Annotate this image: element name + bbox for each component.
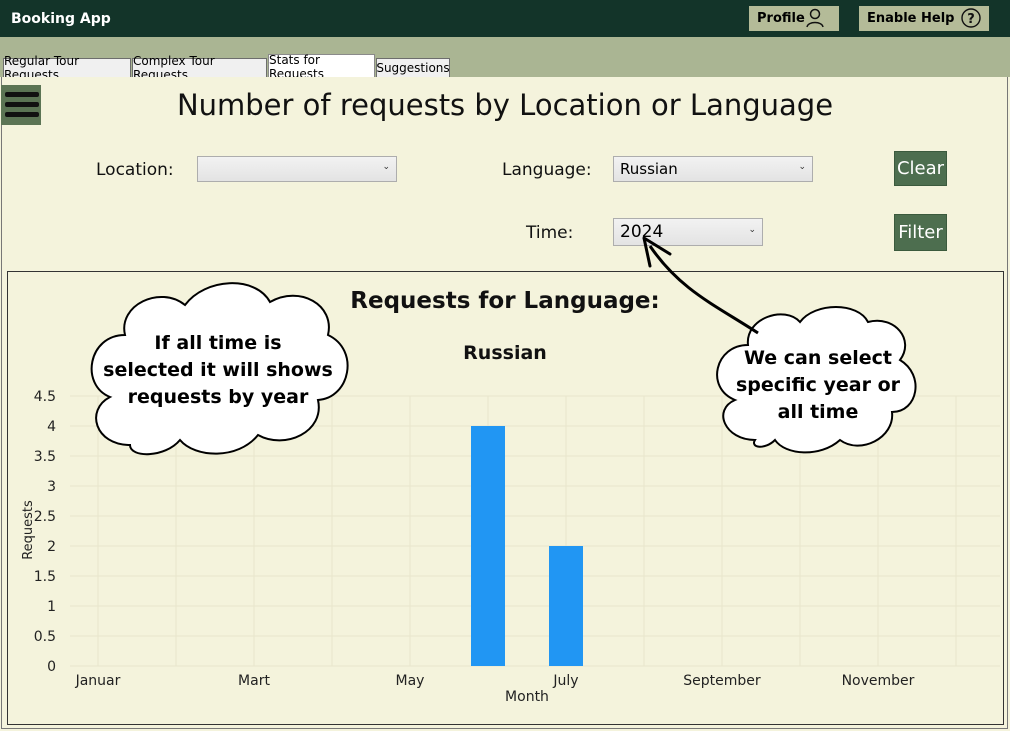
chart-panel [7, 271, 1004, 725]
app-title: Booking App [11, 11, 111, 27]
chart-title: Requests for Language: [350, 288, 660, 314]
tab-stats-for-requests[interactable]: Stats for Requests [268, 53, 375, 81]
enable-help-button[interactable]: Enable Help ? [859, 6, 989, 31]
page-title: Number of requests by Location or Langua… [176, 88, 834, 122]
chevron-down-icon: ⌄ [798, 162, 806, 172]
location-label: Location: [96, 160, 174, 180]
help-icon: ? [961, 8, 981, 28]
language-select[interactable]: Russian ⌄ [613, 156, 813, 182]
tab-regular-tour-requests[interactable]: Regular Tour Requests [3, 54, 131, 82]
location-select[interactable]: ⌄ [197, 156, 397, 182]
user-icon [806, 8, 824, 28]
tab-complex-tour-requests[interactable]: Complex Tour Requests [132, 54, 267, 82]
chart-subtitle: Russian [463, 342, 547, 364]
language-value: Russian [620, 160, 678, 178]
tab-suggestions[interactable]: Suggestions [376, 58, 450, 77]
time-value: 2024 [620, 222, 664, 242]
clear-button[interactable]: Clear [894, 151, 947, 186]
chevron-down-icon: ⌄ [748, 225, 756, 235]
profile-button[interactable]: Profile [749, 6, 839, 31]
enable-help-label: Enable Help [867, 11, 955, 26]
profile-label: Profile [757, 11, 805, 26]
time-select[interactable]: 2024 ⌄ [613, 218, 763, 246]
language-label: Language: [502, 160, 592, 180]
time-label: Time: [526, 223, 574, 243]
chevron-down-icon: ⌄ [382, 162, 390, 172]
svg-text:?: ? [967, 12, 975, 27]
filter-button[interactable]: Filter [894, 214, 947, 251]
